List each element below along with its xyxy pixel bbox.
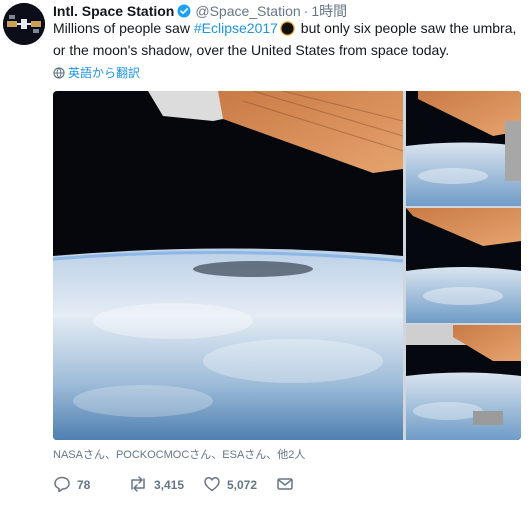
tweet: Intl. Space Station @Space_Station · 1時間 Mi… bbox=[0, 0, 530, 509]
globe-icon bbox=[53, 67, 65, 79]
media-image-thumb-2[interactable] bbox=[406, 208, 521, 323]
author-display-name[interactable]: Intl. Space Station bbox=[53, 3, 174, 19]
retweet-button[interactable]: 3,415 bbox=[128, 475, 184, 495]
liked-by-text[interactable]: NASAさん、POCKOCMOCさん、ESAさん、他2人 bbox=[53, 448, 305, 462]
header-separator: · bbox=[303, 3, 309, 19]
translate-link[interactable]: 英語から翻訳 bbox=[53, 65, 140, 81]
iss-avatar-icon bbox=[3, 3, 45, 45]
like-count: 5,072 bbox=[227, 478, 258, 492]
media-image-thumb-3[interactable] bbox=[406, 325, 521, 440]
tweet-text-part1: Millions of people saw bbox=[53, 20, 194, 36]
verified-badge-icon bbox=[177, 4, 191, 20]
retweet-count: 3,415 bbox=[154, 478, 185, 492]
media-image-main[interactable] bbox=[53, 91, 404, 440]
reply-icon bbox=[54, 476, 70, 493]
tweet-text: Millions of people saw #Eclipse2017 but … bbox=[53, 19, 525, 60]
media-grid bbox=[53, 91, 521, 440]
eclipse-emoji-icon bbox=[280, 21, 295, 41]
author-avatar[interactable] bbox=[3, 3, 45, 45]
media-image-thumb-1[interactable] bbox=[406, 91, 521, 206]
translate-label: 英語から翻訳 bbox=[68, 66, 141, 80]
like-button[interactable]: 5,072 bbox=[203, 475, 257, 495]
direct-message-button[interactable] bbox=[276, 475, 300, 495]
reply-count: 78 bbox=[77, 478, 91, 492]
envelope-icon bbox=[277, 478, 293, 490]
author-handle[interactable]: @Space_Station bbox=[195, 3, 300, 19]
tweet-timestamp[interactable]: 1時間 bbox=[311, 3, 347, 19]
retweet-icon bbox=[131, 476, 145, 492]
heart-icon bbox=[204, 477, 220, 492]
tweet-header: Intl. Space Station @Space_Station · 1時間 bbox=[53, 2, 524, 20]
hashtag-link[interactable]: #Eclipse2017 bbox=[194, 20, 278, 36]
reply-button[interactable]: 78 bbox=[53, 475, 90, 495]
